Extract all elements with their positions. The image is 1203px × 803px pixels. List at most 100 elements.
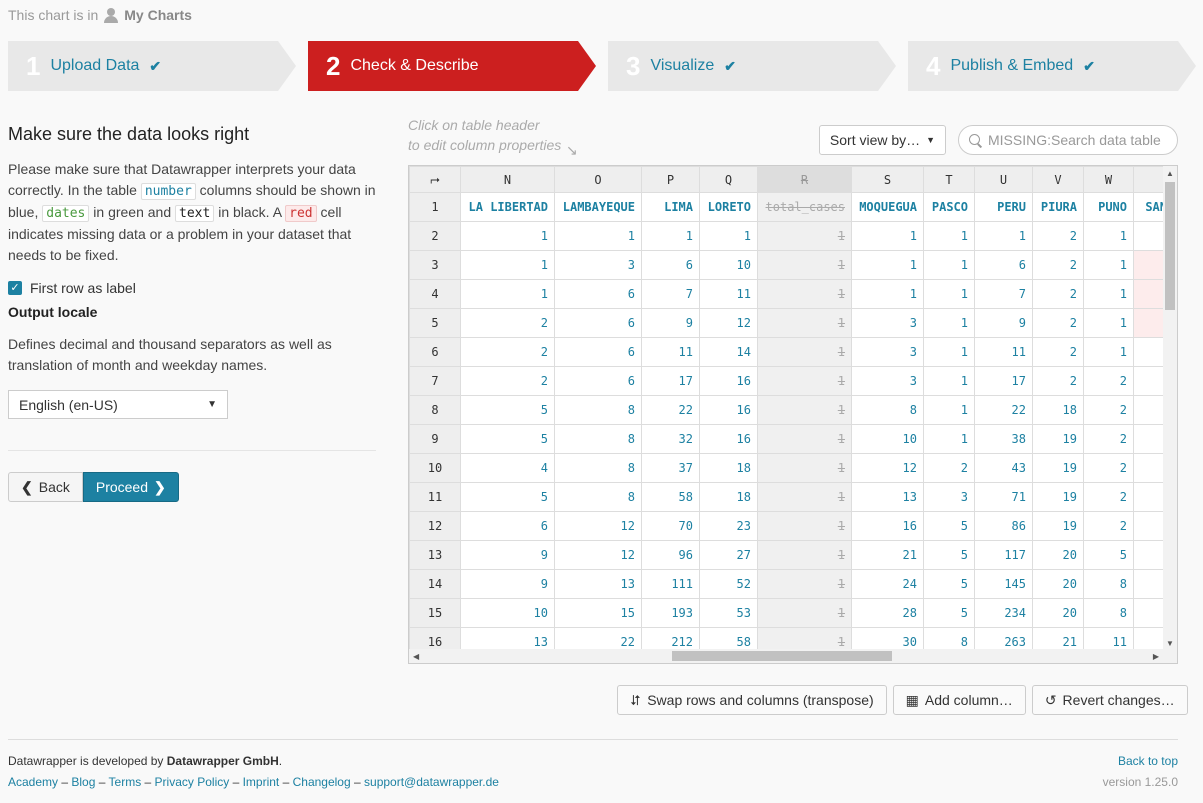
row-number[interactable]: 6 (409, 337, 461, 367)
table-cell[interactable]: 21 (851, 540, 924, 570)
proceed-button[interactable]: Proceed ❯ (82, 472, 179, 502)
table-cell[interactable]: 8 (851, 395, 924, 425)
row-number[interactable]: 7 (409, 366, 461, 396)
table-cell[interactable]: 2 (1032, 308, 1084, 338)
table-cell[interactable]: 1 (460, 250, 555, 280)
scroll-right-arrow-icon[interactable]: ▶ (1153, 652, 1159, 661)
table-cell[interactable]: 19 (1032, 482, 1084, 512)
table-cell[interactable]: 6 (554, 308, 642, 338)
table-cell[interactable]: 5 (460, 424, 555, 454)
table-cell[interactable]: 1 (554, 221, 642, 251)
table-cell[interactable]: 5 (923, 569, 975, 599)
row-number[interactable]: 10 (409, 453, 461, 483)
back-button[interactable]: ❮ Back (8, 472, 83, 502)
first-row-label-checkbox[interactable]: ✓ (8, 281, 22, 295)
table-cell[interactable]: 16 (699, 424, 758, 454)
table-cell[interactable]: 1 (757, 250, 852, 280)
add-column-button[interactable]: ▦ Add column… (892, 685, 1026, 715)
row-number[interactable]: 9 (409, 424, 461, 454)
table-cell[interactable]: 8 (1083, 598, 1134, 628)
row-number[interactable]: 8 (409, 395, 461, 425)
table-cell[interactable]: 6 (641, 250, 700, 280)
table-cell[interactable]: 13 (851, 482, 924, 512)
table-cell[interactable]: 2 (1083, 453, 1134, 483)
table-cell[interactable]: 37 (641, 453, 700, 483)
row-number[interactable]: 13 (409, 540, 461, 570)
table-cell[interactable]: 9 (974, 308, 1033, 338)
table-cell[interactable]: 1 (923, 308, 975, 338)
table-cell[interactable]: 1 (851, 221, 924, 251)
transpose-corner-icon[interactable]: ⮣ (409, 166, 461, 193)
column-letter-t[interactable]: T (923, 166, 975, 193)
table-cell[interactable]: 11 (699, 279, 758, 309)
column-letter-u[interactable]: U (974, 166, 1033, 193)
table-cell[interactable]: 1 (460, 279, 555, 309)
table-cell[interactable]: 70 (641, 511, 700, 541)
table-cell[interactable]: 20 (1032, 569, 1084, 599)
table-cell[interactable]: 1 (1083, 308, 1134, 338)
table-cell[interactable]: 18 (699, 453, 758, 483)
column-letter-q[interactable]: Q (699, 166, 758, 193)
table-cell[interactable]: 111 (641, 569, 700, 599)
column-header[interactable]: LIMA (641, 192, 700, 222)
table-cell[interactable]: 2 (460, 308, 555, 338)
table-cell[interactable]: 117 (974, 540, 1033, 570)
table-cell[interactable]: 145 (974, 569, 1033, 599)
table-cell[interactable]: 22 (641, 395, 700, 425)
footer-link[interactable]: support@datawrapper.de (364, 775, 499, 789)
table-cell[interactable]: 11 (641, 337, 700, 367)
table-cell[interactable]: 8 (554, 482, 642, 512)
column-letter-w[interactable]: W (1083, 166, 1134, 193)
table-cell[interactable]: 3 (851, 366, 924, 396)
table-cell[interactable]: 5 (1083, 540, 1134, 570)
table-cell[interactable]: 1 (757, 366, 852, 396)
table-cell[interactable]: 5 (923, 598, 975, 628)
table-cell[interactable]: 1 (757, 453, 852, 483)
table-cell[interactable]: 7 (974, 279, 1033, 309)
table-cell[interactable]: 1 (1083, 221, 1134, 251)
table-cell[interactable]: 1 (923, 337, 975, 367)
row-number[interactable]: 1 (409, 192, 461, 222)
table-cell[interactable]: 4 (460, 453, 555, 483)
table-cell[interactable]: 27 (699, 540, 758, 570)
table-cell[interactable]: 2 (1083, 424, 1134, 454)
step-upload-data[interactable]: 1 Upload Data ✔ (8, 41, 296, 91)
table-cell[interactable]: 6 (554, 337, 642, 367)
table-cell[interactable]: 1 (923, 250, 975, 280)
footer-link[interactable]: Privacy Policy (155, 775, 230, 789)
search-data-table[interactable]: MISSING:Search data table (958, 125, 1178, 155)
table-cell[interactable]: 1 (974, 221, 1033, 251)
table-cell[interactable]: 1 (641, 221, 700, 251)
column-header[interactable]: PUNO (1083, 192, 1134, 222)
table-cell[interactable]: 6 (554, 366, 642, 396)
table-cell[interactable]: 5 (460, 482, 555, 512)
table-cell[interactable]: 2 (1083, 366, 1134, 396)
column-header[interactable]: LAMBAYEQUE (554, 192, 642, 222)
table-cell[interactable]: 19 (1032, 511, 1084, 541)
table-cell[interactable]: 8 (1083, 569, 1134, 599)
row-number[interactable]: 14 (409, 569, 461, 599)
table-cell[interactable]: 3 (923, 482, 975, 512)
row-number[interactable]: 3 (409, 250, 461, 280)
table-cell[interactable]: 1 (923, 366, 975, 396)
footer-link[interactable]: Changelog (293, 775, 351, 789)
table-cell[interactable]: 16 (699, 395, 758, 425)
table-cell[interactable]: 1 (757, 540, 852, 570)
table-cell[interactable]: 20 (1032, 598, 1084, 628)
table-cell[interactable]: 6 (460, 511, 555, 541)
table-cell[interactable]: 3 (851, 337, 924, 367)
horizontal-scroll-thumb[interactable] (672, 651, 892, 661)
table-cell[interactable]: 1 (757, 395, 852, 425)
column-letter-n[interactable]: N (460, 166, 555, 193)
footer-link[interactable]: Blog (71, 775, 95, 789)
first-row-label-option[interactable]: ✓ First row as label (8, 280, 376, 296)
table-cell[interactable]: 7 (641, 279, 700, 309)
table-cell[interactable]: 1 (460, 221, 555, 251)
table-cell[interactable]: 1 (923, 424, 975, 454)
scroll-up-arrow-icon[interactable]: ▲ (1166, 169, 1174, 178)
table-cell[interactable]: 10 (851, 424, 924, 454)
table-cell[interactable]: 18 (1032, 395, 1084, 425)
table-cell[interactable]: 18 (699, 482, 758, 512)
footer-link[interactable]: Terms (109, 775, 142, 789)
table-cell[interactable]: 2 (1083, 511, 1134, 541)
